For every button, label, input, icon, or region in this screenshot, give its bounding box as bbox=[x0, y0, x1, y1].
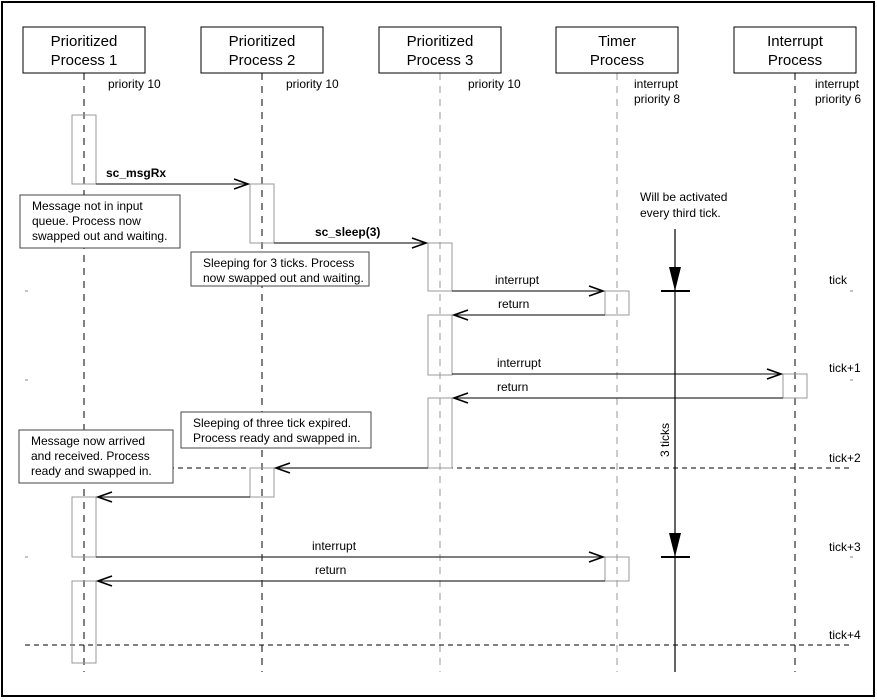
note-text: swapped out and waiting. bbox=[32, 229, 167, 243]
diagram-frame bbox=[1, 1, 875, 697]
timer-note: every third tick. bbox=[640, 206, 721, 220]
tick-label: tick+2 bbox=[829, 451, 861, 465]
down-triangle-icon bbox=[669, 267, 681, 291]
lifeline-title: Process bbox=[590, 52, 644, 69]
lifeline-title: Process 3 bbox=[407, 52, 474, 69]
message-arrow bbox=[96, 178, 251, 190]
sequence-diagram: Prioritized Process 1 priority 10 Prioritiz… bbox=[1, 1, 875, 697]
tick-label: tick+3 bbox=[829, 540, 861, 554]
message-arrow bbox=[452, 285, 606, 297]
message-label: return bbox=[497, 380, 528, 394]
message-arrow bbox=[95, 491, 250, 503]
timer-period-label: 3 ticks bbox=[658, 423, 672, 457]
note-text: ready and swapped in. bbox=[31, 464, 152, 478]
lifeline-title: Prioritized bbox=[407, 33, 474, 50]
lifeline-title: Interrupt bbox=[767, 33, 824, 50]
lifeline-title: Process bbox=[768, 52, 822, 69]
priority-label: priority 8 bbox=[634, 92, 680, 106]
priority-label: priority 10 bbox=[108, 77, 161, 91]
note-text: Message not in input bbox=[32, 199, 143, 213]
message-label: sc_msgRx bbox=[106, 166, 166, 180]
message-arrow bbox=[273, 462, 428, 474]
lifeline-title: Process 1 bbox=[51, 52, 118, 69]
message-label: return bbox=[498, 297, 529, 311]
message-arrow bbox=[96, 551, 606, 563]
note-text: and received. Process bbox=[31, 449, 150, 463]
timer-note: Will be activated bbox=[640, 190, 727, 204]
down-triangle-icon bbox=[669, 533, 681, 557]
note-text: queue. Process now bbox=[32, 214, 141, 228]
tick-label: tick bbox=[829, 273, 848, 287]
priority-label: priority 10 bbox=[286, 77, 339, 91]
activation-box bbox=[427, 397, 453, 469]
priority-label: interrupt bbox=[815, 77, 860, 91]
message-arrow bbox=[274, 237, 429, 249]
lifeline-title: Process 2 bbox=[229, 52, 296, 69]
message-label: interrupt bbox=[495, 273, 540, 287]
priority-label: interrupt bbox=[634, 77, 679, 91]
priority-label: priority 10 bbox=[468, 77, 521, 91]
message-label: interrupt bbox=[312, 539, 357, 553]
tick-label: tick+1 bbox=[829, 361, 861, 375]
message-arrow bbox=[451, 309, 605, 321]
lifeline-title: Prioritized bbox=[51, 33, 118, 50]
message-arrow bbox=[95, 575, 605, 587]
message-label: sc_sleep(3) bbox=[315, 225, 380, 239]
note-text: Message now arrived bbox=[31, 434, 145, 448]
note-text: Sleeping for 3 ticks. Process bbox=[203, 256, 354, 270]
tick-label: tick+4 bbox=[829, 628, 861, 642]
note-text: now swapped out and waiting. bbox=[203, 271, 364, 285]
lifeline-title: Prioritized bbox=[229, 33, 296, 50]
note-text: Sleeping of three tick expired. bbox=[193, 416, 351, 430]
message-label: interrupt bbox=[497, 356, 542, 370]
lifeline-title: Timer bbox=[598, 33, 636, 50]
priority-label: priority 6 bbox=[815, 92, 861, 106]
message-label: return bbox=[315, 563, 346, 577]
message-arrow bbox=[451, 392, 783, 404]
note-text: Process ready and swapped in. bbox=[193, 431, 360, 445]
